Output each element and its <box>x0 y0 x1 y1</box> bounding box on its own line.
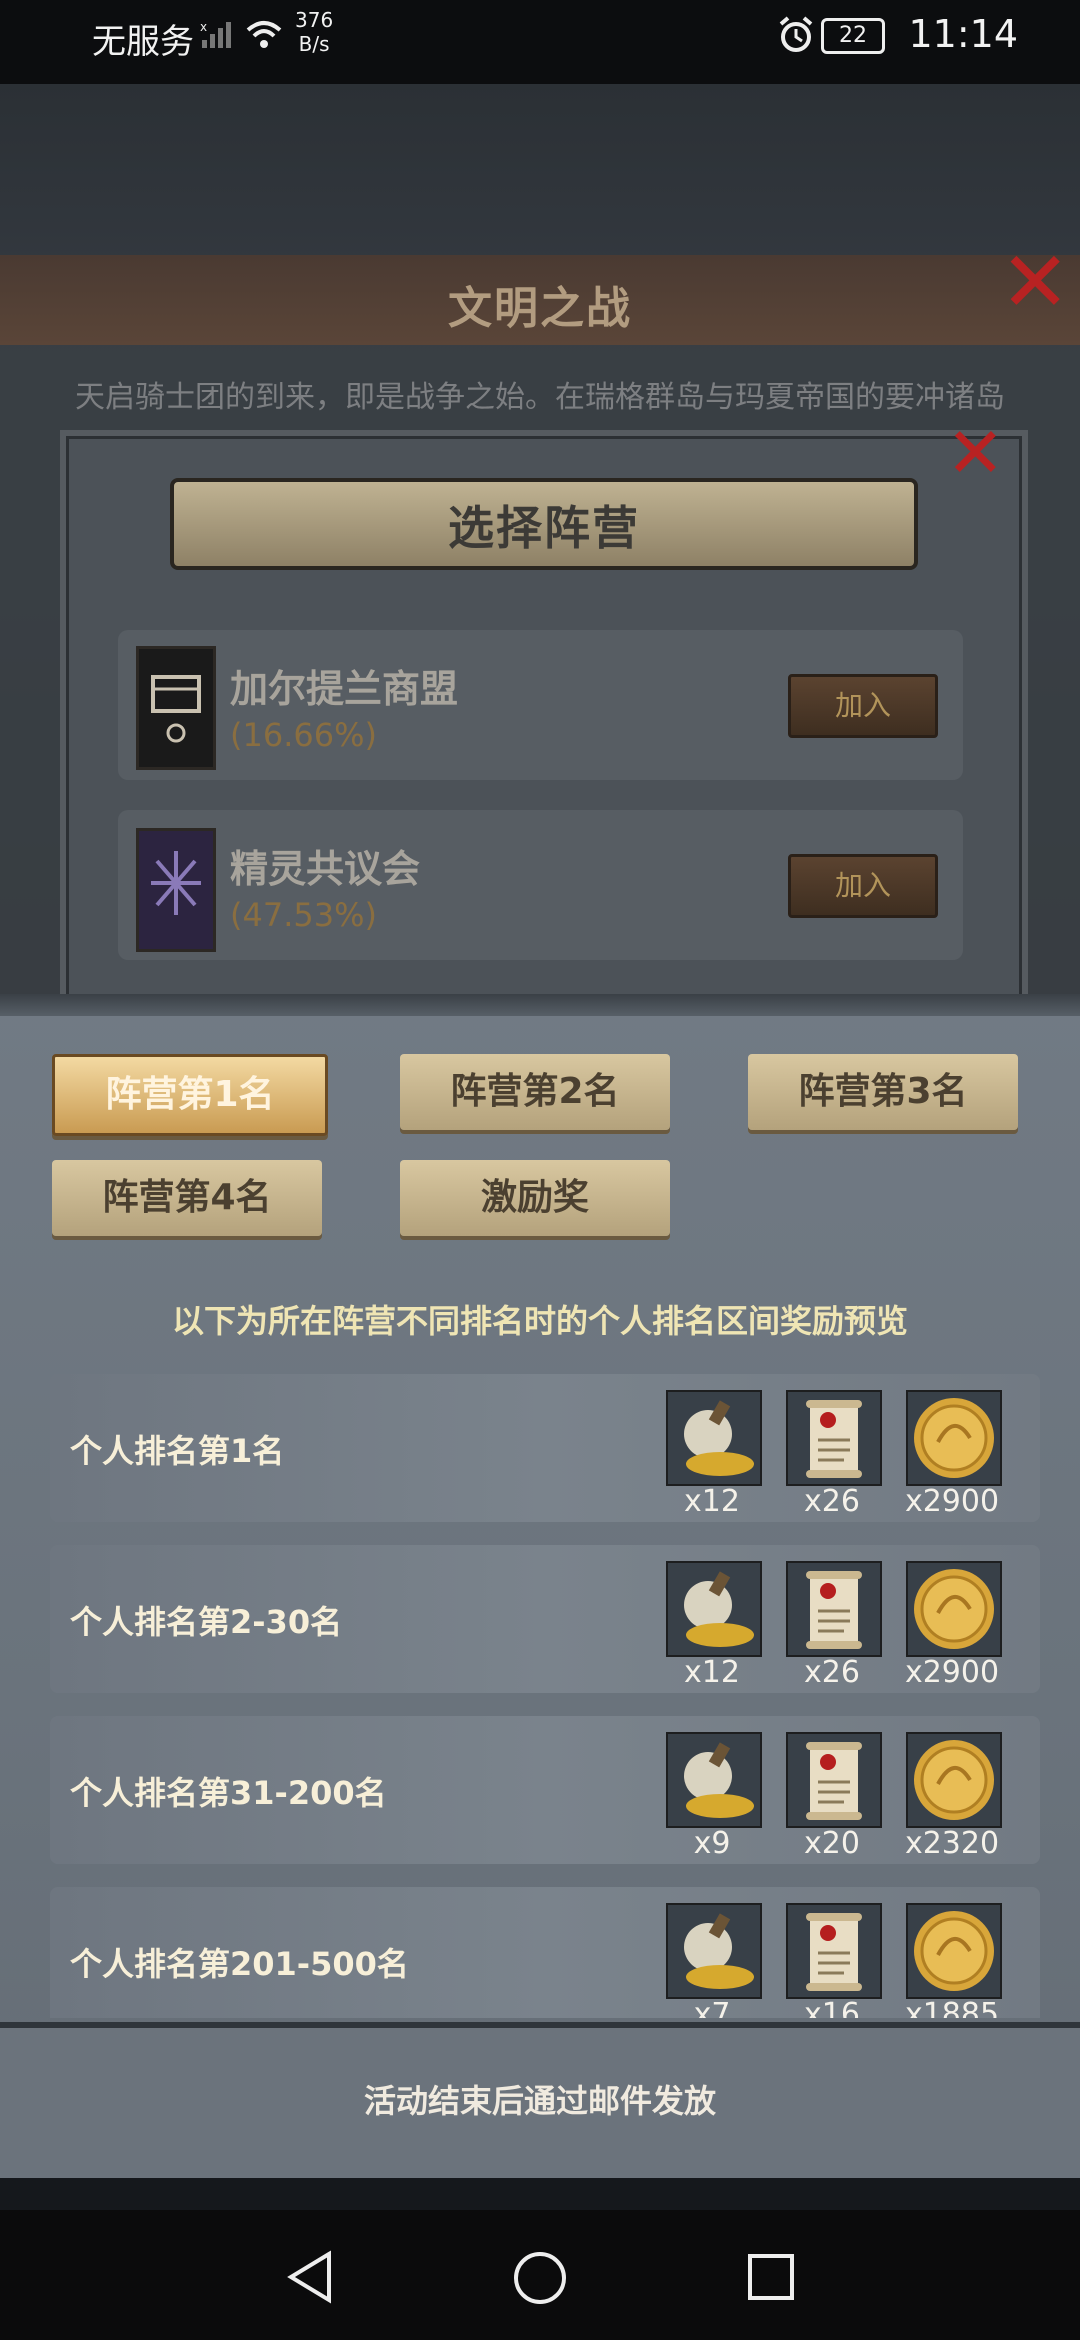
gold-potion-icon[interactable] <box>666 1903 762 1999</box>
reward-quantity: x2900 <box>904 1655 1000 1690</box>
reward-quantity: x16 <box>804 1997 860 2018</box>
signal-icon: x <box>200 20 234 54</box>
join-button[interactable]: 加入 <box>788 854 938 918</box>
alarm-icon <box>777 16 815 58</box>
wifi-icon <box>244 18 284 54</box>
recents-icon[interactable] <box>746 2252 796 2306</box>
faction-percent: (16.66%) <box>230 716 377 754</box>
gold-coin-icon[interactable] <box>906 1561 1002 1657</box>
faction-percent: (47.53%) <box>230 896 377 934</box>
join-button[interactable]: 加入 <box>788 674 938 738</box>
rank-label: 个人排名第1名 <box>70 1432 285 1470</box>
reward-row: 个人排名第2-30名 x12 x26 x2900 <box>50 1545 1040 1693</box>
tab-faction-rank-3[interactable]: 阵营第3名 <box>748 1054 1018 1130</box>
tab-incentive-award[interactable]: 激励奖 <box>400 1160 670 1236</box>
net-speed-value: 376 <box>295 8 334 32</box>
flower-banner-icon <box>136 828 216 952</box>
reward-row: 个人排名第1名 x12 x26 x2900 <box>50 1374 1040 1522</box>
rank-label: 个人排名第201-500名 <box>70 1945 409 1983</box>
faction-row: 精灵共议会 (47.53%) 加入 <box>118 810 963 960</box>
rank-label: 个人排名第31-200名 <box>70 1774 387 1812</box>
faction-name: 加尔提兰商盟 <box>230 667 459 711</box>
tab-faction-rank-1[interactable]: 阵营第1名 <box>52 1054 328 1136</box>
scroll-icon[interactable] <box>786 1732 882 1828</box>
reward-quantity: x26 <box>804 1655 860 1690</box>
reward-quantity: x2320 <box>904 1826 1000 1861</box>
network-speed: 376 B/s <box>295 8 333 56</box>
gold-potion-icon[interactable] <box>666 1732 762 1828</box>
background-description: 天启骑士团的到来，即是战争之始。在瑞格群岛与玛夏帝国的要冲诸岛 <box>75 380 1005 415</box>
reward-quantity: x12 <box>684 1484 740 1519</box>
reward-quantity: x20 <box>804 1826 860 1861</box>
chest-banner-icon <box>136 646 216 770</box>
status-bar: 无服务 x 376 B/s 22 11:14 <box>0 0 1080 84</box>
reward-quantity: x2900 <box>904 1484 1000 1519</box>
faction-row: 加尔提兰商盟 (16.66%) 加入 <box>118 630 963 780</box>
gold-coin-icon[interactable] <box>906 1732 1002 1828</box>
navigation-bar <box>0 2210 1080 2340</box>
panel-top-border <box>0 994 1080 1016</box>
gold-coin-icon[interactable] <box>906 1903 1002 1999</box>
tab-faction-rank-4[interactable]: 阵营第4名 <box>52 1160 322 1236</box>
clock-time: 11:14 <box>908 12 1018 56</box>
reward-list[interactable]: 个人排名第1名 x12 x26 x2900 个人排名第2-30名 x12 x26… <box>0 1370 1080 2018</box>
svg-text:x: x <box>200 20 207 34</box>
scroll-icon[interactable] <box>786 1903 882 1999</box>
dialog-title: 选择阵营 <box>448 501 640 555</box>
gold-potion-icon[interactable] <box>666 1561 762 1657</box>
reward-quantity: x1885 <box>904 1997 1000 2018</box>
gold-coin-icon[interactable] <box>906 1390 1002 1486</box>
reward-quantity: x26 <box>804 1484 860 1519</box>
net-speed-unit: B/s <box>298 32 330 56</box>
reward-row: 个人排名第31-200名 x9 x20 x2320 <box>50 1716 1040 1864</box>
scroll-icon[interactable] <box>786 1561 882 1657</box>
footer-text: 活动结束后通过邮件发放 <box>363 2082 716 2120</box>
battery-icon: 22 <box>821 18 885 54</box>
gold-potion-icon[interactable] <box>666 1390 762 1486</box>
background-window-title: 文明之战 <box>448 283 632 334</box>
carrier-text: 无服务 <box>92 22 194 62</box>
background-close-icon[interactable]: ✕ <box>1000 240 1070 324</box>
dialog-close-icon[interactable]: ✕ <box>946 418 1005 488</box>
reward-quantity: x12 <box>684 1655 740 1690</box>
scroll-icon[interactable] <box>786 1390 882 1486</box>
rank-label: 个人排名第2-30名 <box>70 1603 343 1641</box>
back-icon[interactable] <box>285 2250 335 2308</box>
reward-hint-text: 以下为所在阵营不同排名时的个人排名区间奖励预览 <box>171 1302 908 1340</box>
faction-name: 精灵共议会 <box>230 847 421 891</box>
reward-row: 个人排名第201-500名 x7 x16 x1885 <box>50 1887 1040 2018</box>
tab-faction-rank-2[interactable]: 阵营第2名 <box>400 1054 670 1130</box>
reward-quantity: x7 <box>693 1997 731 2018</box>
home-icon[interactable] <box>512 2250 568 2310</box>
reward-quantity: x9 <box>693 1826 731 1861</box>
